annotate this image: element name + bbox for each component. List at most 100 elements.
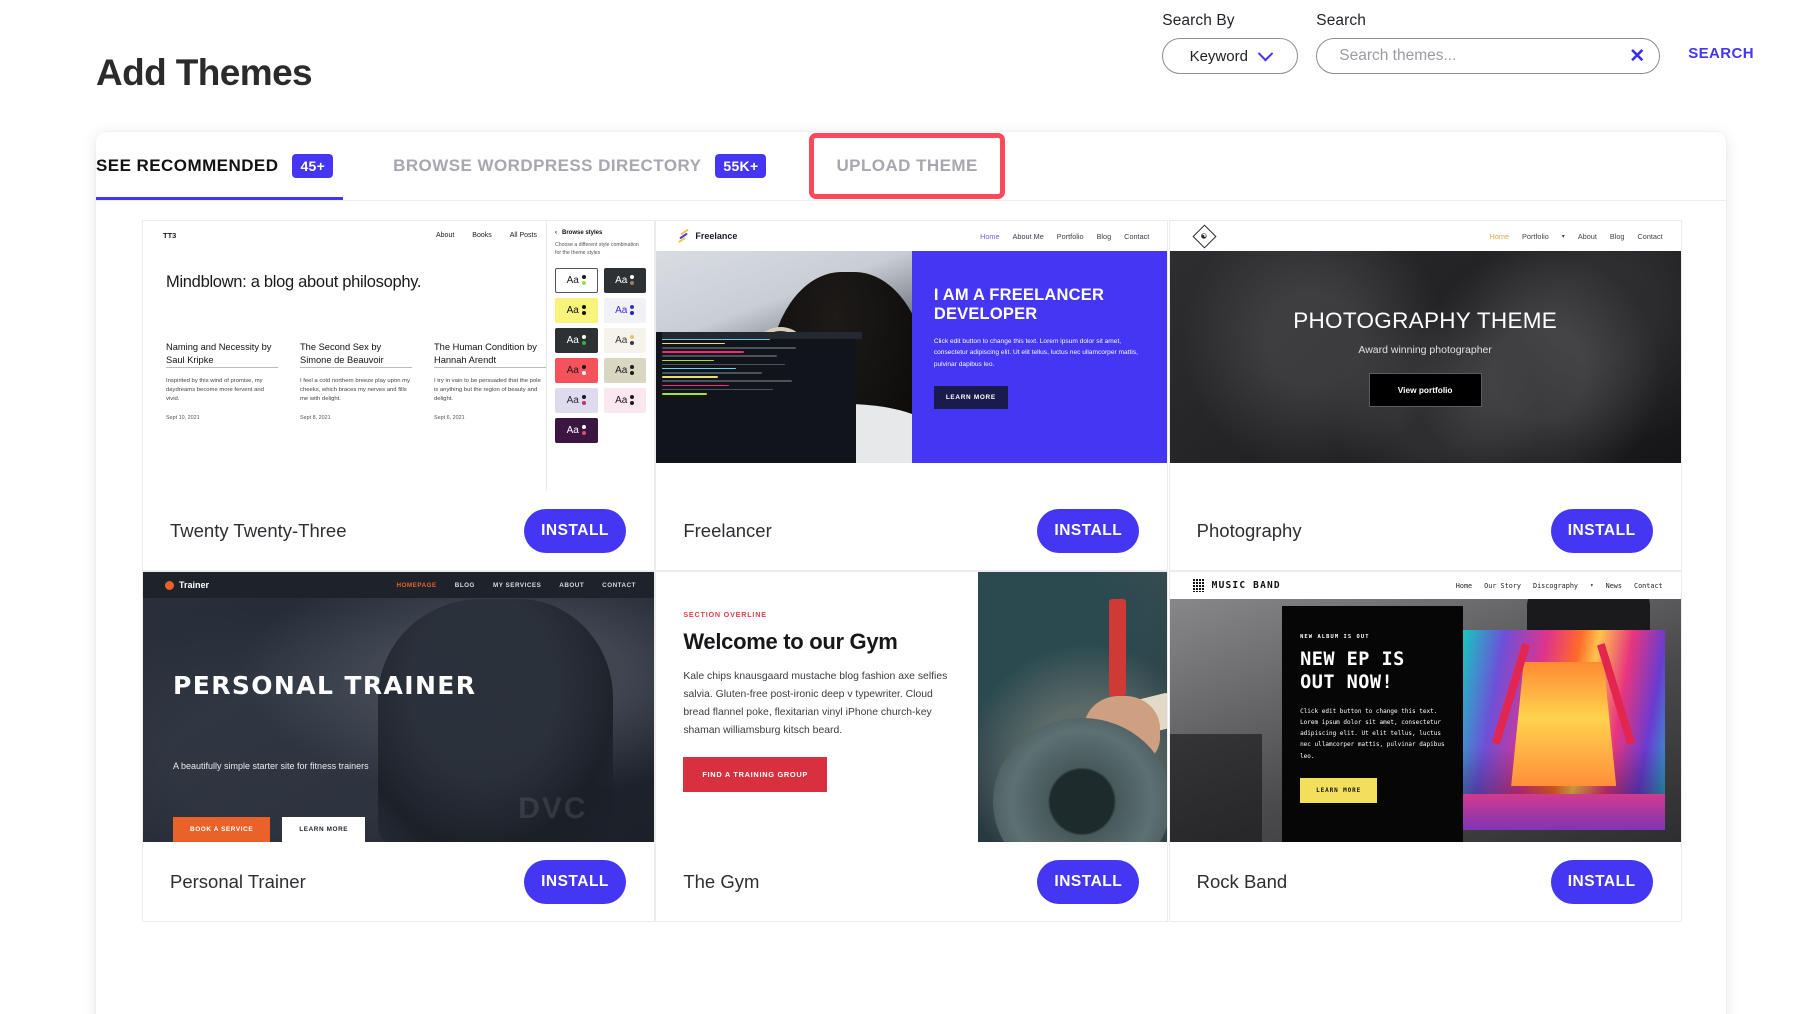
theme-card[interactable]: MUSIC BAND Home Our Story Discography ▾ … (1168, 571, 1682, 922)
theme-preview-rock-band[interactable]: MUSIC BAND Home Our Story Discography ▾ … (1169, 572, 1681, 842)
install-button[interactable]: INSTALL (1037, 859, 1140, 904)
search-input[interactable] (1337, 46, 1624, 66)
tt3-style-swatch-dots (581, 305, 586, 315)
rockband-hero-panel: NEW ALBUM IS OUT NEW EP IS OUT NOW! Clic… (1282, 606, 1463, 842)
top-bar: Add Themes Search By Keyword Search ✕ SE… (0, 0, 1800, 118)
photography-title: PHOTOGRAPHY THEME (1293, 307, 1558, 333)
tab-bar: SEE RECOMMENDED 45+ BROWSE WORDPRESS DIR… (96, 132, 1726, 200)
tt3-style-swatch-label: Aa (566, 304, 579, 316)
tt3-style-swatch[interactable]: Aa (603, 297, 646, 323)
search-by-select[interactable]: Keyword (1162, 38, 1299, 74)
theme-preview-photography[interactable]: ☯ Home Portfolio ▾ About Blog Contact PH… (1169, 221, 1681, 491)
tab-see-recommended[interactable]: SEE RECOMMENDED 45+ (96, 132, 344, 200)
trainer-preview-nav: Trainer HOMEPAGE BLOG MY SERVICES ABOUT … (143, 572, 654, 598)
trainer-heading: PERSONAL TRAINER (173, 671, 477, 700)
tt3-logo: TT3 (163, 230, 177, 240)
rockband-learn-more-button: LEARN MORE (1300, 777, 1378, 803)
theme-card[interactable]: ☯ Home Portfolio ▾ About Blog Contact PH… (1168, 220, 1682, 571)
trainer-learn-more-button: LEARN MORE (282, 817, 366, 842)
add-themes-page: Add Themes Search By Keyword Search ✕ SE… (0, 0, 1800, 1014)
tt3-style-swatch[interactable]: Aa (555, 327, 598, 353)
rockband-overline: NEW ALBUM IS OUT (1300, 634, 1370, 640)
trainer-menu-item: BLOG (454, 581, 475, 589)
trainer-book-a-service-button: BOOK A SERVICE (173, 817, 271, 842)
freelancer-menu-item: Blog (1096, 231, 1112, 241)
theme-preview-personal-trainer[interactable]: DVC Trainer HOMEPAGE BLOG MY SERVICES AB… (143, 572, 654, 842)
tt3-style-swatch[interactable]: Aa (555, 387, 598, 413)
tt3-style-swatch[interactable]: Aa (603, 357, 646, 383)
tt3-style-swatch-label: Aa (615, 334, 628, 346)
tt3-post-title: The Human Condition by Hannah Arendt (434, 341, 546, 369)
chevron-down-icon: ▾ (1590, 581, 1594, 589)
search-field-wrapper: ✕ (1316, 38, 1661, 74)
photography-menu-item: Contact (1637, 231, 1663, 241)
tt3-hero-heading: Mindblown: a blog about philosophy. (166, 273, 422, 291)
theme-preview-freelancer[interactable]: Freelance Home About Me Portfolio Blog C… (656, 221, 1168, 491)
tt3-post-body: I try in vain to be persuaded that the p… (434, 378, 541, 403)
photography-menu-item: About (1577, 231, 1597, 241)
theme-card-footer: Rock Band INSTALL (1170, 842, 1681, 921)
theme-card[interactable]: TT3 About Books All Posts Mindblown: a b… (142, 220, 655, 571)
theme-card-footer: The Gym INSTALL (656, 842, 1167, 921)
theme-card[interactable]: Freelance Home About Me Portfolio Blog C… (655, 220, 1169, 571)
code-lines (662, 338, 847, 398)
tt3-style-swatch[interactable]: Aa (555, 297, 598, 323)
tt3-style-swatch[interactable]: Aa (555, 417, 598, 443)
freelancer-learn-more-button: LEARN MORE (933, 385, 1008, 409)
tt3-style-swatch[interactable]: Aa (603, 267, 646, 293)
trainer-menu: HOMEPAGE BLOG MY SERVICES ABOUT CONTACT (396, 582, 636, 589)
code-screen (656, 331, 862, 463)
freelancer-heading: I AM A FREELANCER DEVELOPER (933, 286, 1105, 324)
trainer-menu-item: ABOUT (559, 581, 585, 589)
tab-browse-wordpress-directory[interactable]: BROWSE WORDPRESS DIRECTORY 55K+ (383, 132, 776, 200)
gym-find-training-group-button: FIND A TRAINING GROUP (683, 756, 828, 792)
theme-preview-the-gym[interactable]: SECTION OVERLINE Welcome to our Gym Kale… (656, 572, 1168, 842)
install-button[interactable]: INSTALL (1550, 508, 1653, 553)
tt3-style-swatch[interactable]: Aa (555, 267, 598, 293)
tt3-style-swatch-dots (630, 335, 635, 345)
install-button[interactable]: INSTALL (524, 508, 626, 553)
photography-hero: PHOTOGRAPHY THEME Award winning photogra… (1169, 251, 1681, 463)
rockband-menu: Home Our Story Discography ▾ News Contac… (1456, 582, 1663, 590)
tt3-style-swatch-dots (630, 275, 635, 285)
tt3-style-swatch-label: Aa (615, 274, 628, 286)
rockband-logo-text: MUSIC BAND (1211, 580, 1281, 591)
trainer-menu-item: MY SERVICES (492, 581, 542, 589)
tt3-style-swatch[interactable]: Aa (555, 357, 598, 383)
theme-card-footer: Photography INSTALL (1170, 491, 1681, 570)
freelancer-menu-item: About Me (1012, 231, 1044, 241)
tt3-menu-item: Books (472, 231, 492, 239)
rockband-menu-item: Home (1455, 581, 1473, 590)
freelancer-menu-item: Home (980, 231, 1000, 241)
trainer-body: A beautifully simple starter site for fi… (173, 761, 369, 771)
theme-card-footer: Personal Trainer INSTALL (143, 842, 654, 921)
theme-name: Photography (1196, 519, 1302, 541)
tab-upload-theme[interactable]: UPLOAD THEME (809, 133, 1005, 199)
freelancer-preview-nav: Freelance Home About Me Portfolio Blog C… (656, 221, 1168, 251)
trainer-watermark: DVC (518, 791, 588, 825)
tt3-style-swatch-dots (630, 395, 635, 405)
install-button[interactable]: INSTALL (1037, 508, 1140, 553)
tt3-menu: About Books All Posts (436, 232, 537, 239)
theme-name: Freelancer (683, 519, 772, 541)
music-band-mark-icon (1191, 579, 1205, 592)
install-button[interactable]: INSTALL (524, 859, 626, 904)
tt3-style-swatch[interactable]: Aa (603, 327, 646, 353)
search-by-label: Search By (1162, 12, 1235, 29)
theme-preview-twenty-twenty-three[interactable]: TT3 About Books All Posts Mindblown: a b… (143, 221, 654, 491)
rockband-menu-item: News (1605, 581, 1622, 590)
tab-upload-theme-label: UPLOAD THEME (836, 156, 978, 175)
install-button[interactable]: INSTALL (1550, 859, 1653, 904)
tt3-post: The Second Sex by Simone de Beauvoir I f… (300, 341, 412, 421)
rockband-logo: MUSIC BAND (1191, 579, 1281, 592)
tab-browse-wordpress-directory-label: BROWSE WORDPRESS DIRECTORY (393, 156, 702, 175)
tt3-style-swatch-dots (630, 305, 635, 315)
close-icon[interactable]: ✕ (1623, 42, 1651, 70)
theme-card[interactable]: DVC Trainer HOMEPAGE BLOG MY SERVICES AB… (142, 571, 655, 922)
rockband-preview-nav: MUSIC BAND Home Our Story Discography ▾ … (1169, 572, 1681, 599)
search-button[interactable]: SEARCH (1678, 41, 1764, 66)
freelancer-hero-image (656, 251, 912, 463)
rockband-album-art (1462, 630, 1665, 830)
tt3-style-swatch[interactable]: Aa (603, 387, 646, 413)
theme-card[interactable]: SECTION OVERLINE Welcome to our Gym Kale… (655, 571, 1169, 922)
